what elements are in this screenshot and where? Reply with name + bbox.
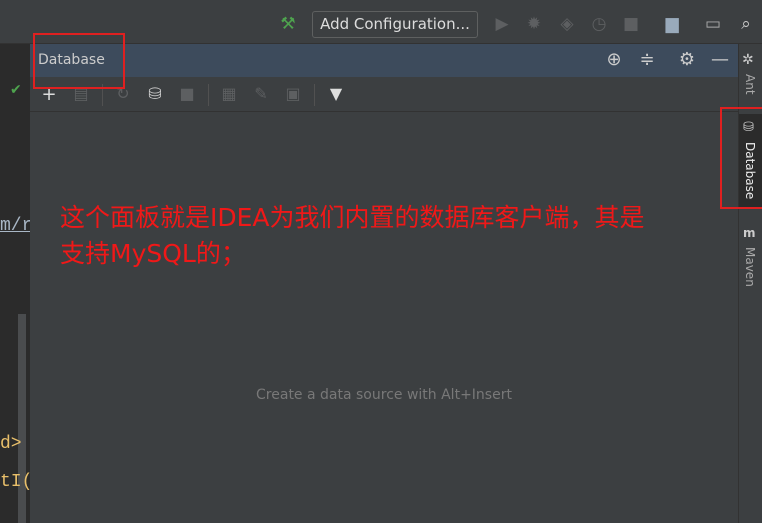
stop-icon[interactable]: ■ [620,13,642,35]
edit-icon[interactable]: ✎ [250,84,272,103]
gear-icon[interactable]: ⚙ [676,49,698,70]
sidebar-tab-ant[interactable]: Ant [743,74,757,95]
minimize-icon[interactable]: — [709,49,731,70]
database-panel-header: Database ⊕ ≑ ⚙ — [30,44,738,77]
code-fragment: m/r [0,216,33,236]
console-icon[interactable]: ▣ [282,84,304,103]
ant-icon: ✲ [742,52,754,68]
divider [208,84,209,106]
highlight-box [33,33,125,89]
collapse-all-icon[interactable]: ≑ [636,49,658,70]
terminal-icon[interactable]: ▭ [702,13,724,35]
filter-icon[interactable]: ▼ [325,84,347,103]
database-toolbar: + ▤ ↻ ⛁ ■ ▦ ✎ ▣ ▼ [30,77,738,112]
add-configuration-button[interactable]: Add Configuration... [312,11,478,38]
search-icon[interactable]: ⌕ [735,13,757,35]
project-structure-icon[interactable]: ▆ [661,13,683,35]
run-icon[interactable]: ▶ [491,13,513,35]
table-icon[interactable]: ▦ [218,84,240,103]
debug-icon[interactable]: ✹ [523,13,545,35]
locate-icon[interactable]: ⊕ [603,49,625,70]
divider [314,84,315,106]
highlight-box [720,107,762,209]
check-icon: ✔ [10,82,22,98]
annotation-line: 支持MySQL的； [60,239,246,268]
database-tree[interactable]: Create a data source with Alt+Insert [30,112,738,523]
coverage-icon[interactable]: ◈ [556,13,578,35]
code-fragment: tI( [0,472,33,492]
code-fragment: d> [0,434,22,454]
data-source-properties-icon[interactable]: ⛁ [144,84,166,103]
empty-hint: Create a data source with Alt+Insert [256,387,512,403]
annotation-line: 这个面板就是IDEA为我们内置的数据库客户端，其是 [60,203,645,232]
editor-area[interactable]: ✔ m/r d> tI( [0,44,33,523]
build-hammer-icon[interactable]: ⚒ [277,13,299,35]
annotation-text: 这个面板就是IDEA为我们内置的数据库客户端，其是 支持MySQL的； [60,200,760,272]
profile-icon[interactable]: ◷ [588,13,610,35]
stop-icon[interactable]: ■ [176,84,198,103]
